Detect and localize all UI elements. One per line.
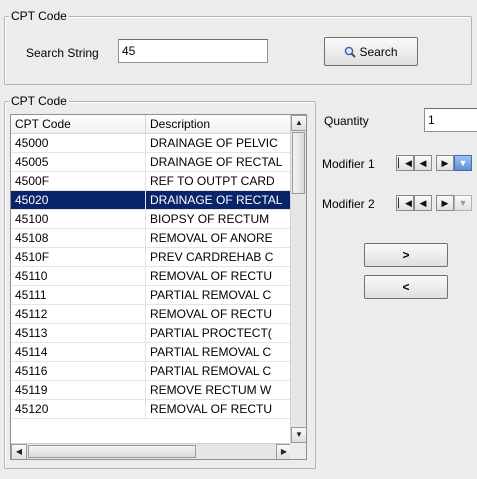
quantity-label: Quantity [324, 114, 369, 128]
table-row[interactable]: 45116 PARTIAL REMOVAL C [11, 362, 292, 381]
description-cell: PREV CARDREHAB C [146, 248, 292, 266]
column-header-cpt-code[interactable]: CPT Code [11, 115, 146, 134]
cpt-code-list[interactable]: CPT Code Description 45000 DRAINAGE OF PE… [10, 114, 307, 460]
scrollbar-corner [290, 443, 306, 459]
cpt-code-cell: 45112 [11, 305, 146, 323]
table-row[interactable]: 45112 REMOVAL OF RECTU [11, 305, 292, 324]
table-row[interactable]: 45108 REMOVAL OF ANORE [11, 229, 292, 248]
table-row[interactable]: 45005 DRAINAGE OF RECTAL [11, 153, 292, 172]
description-cell: PARTIAL PROCTECT( [146, 324, 292, 342]
description-cell: DRAINAGE OF PELVIC [146, 134, 292, 152]
modifier-1-prev-icon[interactable]: ◀ [414, 155, 432, 171]
modifier-1-add-icon[interactable]: ▼ [454, 155, 472, 171]
cpt-code-cell: 45119 [11, 381, 146, 399]
table-row[interactable]: 45000 DRAINAGE OF PELVIC [11, 134, 292, 153]
table-row[interactable]: 45100 BIOPSY OF RECTUM [11, 210, 292, 229]
search-button-label: Search [359, 44, 398, 59]
modifier-2-label: Modifier 2 [322, 197, 375, 211]
scroll-down-icon[interactable]: ▼ [291, 427, 306, 443]
description-cell: REMOVAL OF RECTU [146, 400, 292, 418]
description-cell: PARTIAL REMOVAL C [146, 343, 292, 361]
description-cell: REMOVAL OF RECTU [146, 267, 292, 285]
cpt-code-cell: 45120 [11, 400, 146, 418]
description-cell: REMOVE RECTUM W [146, 381, 292, 399]
table-row[interactable]: 45119 REMOVE RECTUM W [11, 381, 292, 400]
horizontal-scroll-thumb[interactable] [28, 445, 196, 458]
table-row[interactable]: 45110 REMOVAL OF RECTU [11, 267, 292, 286]
cpt-code-cell: 45005 [11, 153, 146, 171]
cpt-code-cell: 4500F [11, 172, 146, 190]
cpt-code-cell: 45000 [11, 134, 146, 152]
modifier-2-first-icon[interactable]: ▏◀ [396, 195, 414, 211]
search-string-label: Search String [26, 46, 99, 60]
cpt-code-cell: 45020 [11, 191, 146, 209]
table-row[interactable]: 45111 PARTIAL REMOVAL C [11, 286, 292, 305]
magnifier-icon [345, 46, 357, 58]
cpt-code-cell: 45111 [11, 286, 146, 304]
scroll-left-icon[interactable]: ◀ [11, 444, 27, 459]
description-cell: PARTIAL REMOVAL C [146, 286, 292, 304]
table-row[interactable]: 45120 REMOVAL OF RECTU [11, 400, 292, 419]
cpt-code-cell: 45114 [11, 343, 146, 361]
table-row[interactable]: 45020 DRAINAGE OF RECTAL [11, 191, 292, 210]
table-row[interactable]: 4500F REF TO OUTPT CARD [11, 172, 292, 191]
cpt-list-group-title: CPT Code [9, 94, 69, 108]
modifier-2-prev-icon[interactable]: ◀ [414, 195, 432, 211]
description-cell: DRAINAGE OF RECTAL [146, 153, 292, 171]
quantity-input[interactable] [424, 108, 477, 132]
remove-code-button[interactable]: < [364, 275, 448, 299]
table-row[interactable]: 4510F PREV CARDREHAB C [11, 248, 292, 267]
scroll-up-icon[interactable]: ▲ [291, 115, 306, 131]
search-button[interactable]: Search [324, 37, 418, 66]
description-cell: BIOPSY OF RECTUM [146, 210, 292, 228]
table-row[interactable]: 45113 PARTIAL PROCTECT( [11, 324, 292, 343]
modifier-1-next-icon[interactable]: ▶ [436, 155, 454, 171]
description-cell: REF TO OUTPT CARD [146, 172, 292, 190]
modifier-2-next-icon[interactable]: ▶ [436, 195, 454, 211]
cpt-code-cell: 4510F [11, 248, 146, 266]
add-code-button[interactable]: > [364, 243, 448, 267]
cpt-code-cell: 45108 [11, 229, 146, 247]
column-header-description[interactable]: Description [146, 115, 292, 134]
list-header: CPT Code Description [11, 115, 292, 134]
cpt-code-cell: 45100 [11, 210, 146, 228]
description-cell: REMOVAL OF ANORE [146, 229, 292, 247]
table-row[interactable]: 45114 PARTIAL REMOVAL C [11, 343, 292, 362]
description-cell: REMOVAL OF RECTU [146, 305, 292, 323]
cpt-code-cell: 45116 [11, 362, 146, 380]
vertical-scroll-thumb[interactable] [292, 132, 305, 194]
vertical-scrollbar[interactable]: ▲ ▼ [290, 115, 306, 443]
list-rows: 45000 DRAINAGE OF PELVIC 45005 DRAINAGE OF … [11, 134, 292, 419]
search-group-title: CPT Code [9, 9, 69, 23]
cpt-code-cell: 45110 [11, 267, 146, 285]
modifier-2-add-icon[interactable]: ▼ [454, 195, 472, 211]
search-input[interactable] [118, 39, 268, 63]
description-cell: DRAINAGE OF RECTAL [146, 191, 292, 209]
modifier-1-label: Modifier 1 [322, 157, 375, 171]
horizontal-scrollbar[interactable]: ◀ ▶ [11, 443, 292, 459]
description-cell: PARTIAL REMOVAL C [146, 362, 292, 380]
modifier-1-first-icon[interactable]: ▏◀ [396, 155, 414, 171]
cpt-code-cell: 45113 [11, 324, 146, 342]
